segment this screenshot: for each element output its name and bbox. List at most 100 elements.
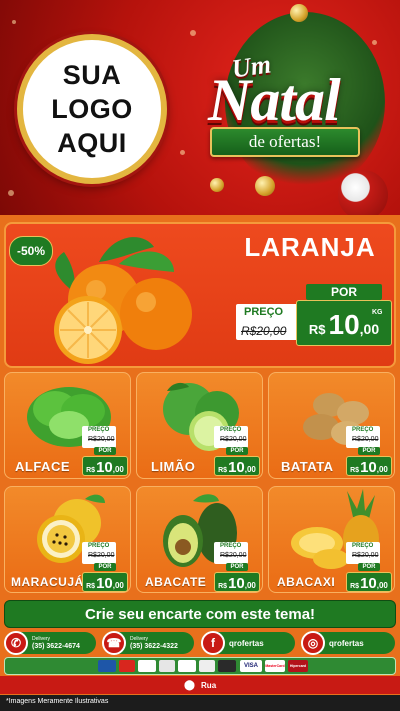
product-name: ALFACE <box>15 459 70 474</box>
sparkle-decoration <box>372 40 377 45</box>
ornament-ball-icon <box>290 4 308 22</box>
price-tag: PREÇO R$20,00 POR R$ 10 ,00 <box>346 426 392 478</box>
map-pin-icon: ⬤ <box>183 679 196 691</box>
facebook-icon: f <box>201 631 225 655</box>
whatsapp-icon: ✆ <box>4 631 28 655</box>
preco-label: PREÇO <box>244 306 284 318</box>
ornament-ball-icon <box>338 170 388 215</box>
preco-label: PREÇO <box>352 543 374 549</box>
por-label: POR <box>306 284 382 300</box>
contact-value: (35) 3622-4674 <box>32 642 80 650</box>
preco-label: PREÇO <box>88 427 110 433</box>
currency: R$ <box>218 467 228 474</box>
contact-value: (35) 3622-4322 <box>130 642 178 650</box>
old-price: R$20,00 <box>241 324 287 338</box>
price-int: 10 <box>360 575 377 592</box>
logo-line: SUA <box>62 60 122 90</box>
card-logo-icon <box>159 660 175 672</box>
title-big: Natal <box>208 67 341 133</box>
new-price: R$ 10 ,00 <box>346 572 392 592</box>
product-name: ABACAXI <box>277 575 336 589</box>
campaign-title: Um Natal de ofertas! <box>196 49 392 172</box>
discount-badge: -50% <box>9 236 53 266</box>
old-price: R$20,00 <box>88 436 115 443</box>
currency: R$ <box>86 583 96 590</box>
mastercard-logo: MasterCard <box>265 660 285 672</box>
product-name: BATATA <box>281 459 334 474</box>
phone-contact[interactable]: ☎ Delivery (35) 3622-4322 <box>102 631 194 655</box>
card-logo-icon <box>119 660 135 672</box>
whatsapp-contact[interactable]: ✆ Delivery (35) 3622-4674 <box>4 631 96 655</box>
instagram-contact[interactable]: ◎ qrofertas <box>301 631 395 655</box>
ornament-ball-icon <box>255 176 275 196</box>
title-ribbon: de ofertas! <box>210 127 360 157</box>
currency: R$ <box>350 467 360 474</box>
disclaimer-bar: *Imagens Meramente Ilustrativas <box>0 695 400 711</box>
title-ribbon-text: de ofertas! <box>248 132 322 151</box>
social-handle: qrofertas <box>229 638 264 648</box>
price-dec: ,00 <box>376 465 388 474</box>
old-price: R$20,00 <box>88 552 115 559</box>
new-price: R$ 10 ,00 <box>296 300 392 346</box>
preco-label: PREÇO <box>88 543 110 549</box>
price-dec: ,00 <box>112 465 124 474</box>
product-name: LIMÃO <box>151 459 196 474</box>
facebook-contact[interactable]: f qrofertas <box>201 631 295 655</box>
instagram-icon: ◎ <box>301 631 325 655</box>
price-dec: ,00 <box>244 465 256 474</box>
card-logo-icon <box>178 660 196 672</box>
new-price: R$ 10 ,00 <box>214 456 260 476</box>
card-logo-icon <box>199 660 215 672</box>
cta-text: Crie seu encarte com este tema! <box>84 605 316 623</box>
por-label: POR <box>94 447 116 455</box>
price-dec: ,00 <box>112 581 124 590</box>
currency: R$ <box>350 583 360 590</box>
featured-product-name: LARANJA <box>244 232 376 262</box>
preco-label: PREÇO <box>220 427 242 433</box>
price-tag: PREÇO R$20,00 POR R$ 10 ,00 <box>346 542 392 594</box>
preco-label: PREÇO <box>352 427 374 433</box>
old-price: R$20,00 <box>352 436 379 443</box>
price-tag: PREÇO R$20,00 POR R$ 10 ,00 <box>214 542 260 594</box>
price-dec: ,00 <box>376 581 388 590</box>
currency: R$ <box>308 322 326 337</box>
address-bar: ⬤ Rua <box>0 676 400 694</box>
new-price: R$ 10 ,00 <box>214 572 260 592</box>
social-handle: qrofertas <box>329 638 364 648</box>
new-price: R$ 10 ,00 <box>346 456 392 476</box>
por-label: POR <box>358 563 380 571</box>
price-dec: ,00 <box>359 321 380 337</box>
sparkle-decoration <box>180 150 185 155</box>
logo-line: AQUI <box>57 128 127 158</box>
por-label: POR <box>226 563 248 571</box>
sparkle-decoration <box>12 20 16 24</box>
cta-banner[interactable]: Crie seu encarte com este tema! <box>4 600 396 628</box>
hipercard-logo: Hipercard <box>288 660 308 672</box>
card-logo-icon <box>98 660 116 672</box>
new-price: R$ 10 ,00 <box>82 456 128 476</box>
por-label: POR <box>226 447 248 455</box>
preco-label: PREÇO <box>220 543 242 549</box>
card-logo-icon <box>138 660 156 672</box>
currency: R$ <box>218 583 228 590</box>
currency: R$ <box>86 467 96 474</box>
sparkle-decoration <box>8 190 14 196</box>
price-int: 10 <box>228 459 245 476</box>
price-dec: ,00 <box>244 581 256 590</box>
por-label: POR <box>94 563 116 571</box>
old-price: R$20,00 <box>220 436 247 443</box>
address-text: Rua <box>201 680 217 690</box>
old-price: R$20,00 <box>220 552 247 559</box>
card-logo-icon <box>218 660 236 672</box>
old-price: R$20,00 <box>352 552 379 559</box>
product-name: ABACATE <box>145 575 207 589</box>
logo-line: LOGO <box>51 94 133 124</box>
ornament-ball-icon <box>210 178 224 192</box>
price-int: 10 <box>96 459 113 476</box>
visa-logo: VISA <box>240 660 262 672</box>
sparkle-decoration <box>190 30 196 36</box>
price-tag: PREÇO R$20,00 POR R$ 10 ,00 <box>214 426 260 478</box>
featured-price-tag: POR PREÇO R$20,00 R$ 10 ,00 KG <box>236 284 392 350</box>
logo-placeholder: SUA LOGO AQUI <box>17 34 167 184</box>
price-tag: PREÇO R$20,00 POR R$ 10 ,00 <box>82 426 128 478</box>
